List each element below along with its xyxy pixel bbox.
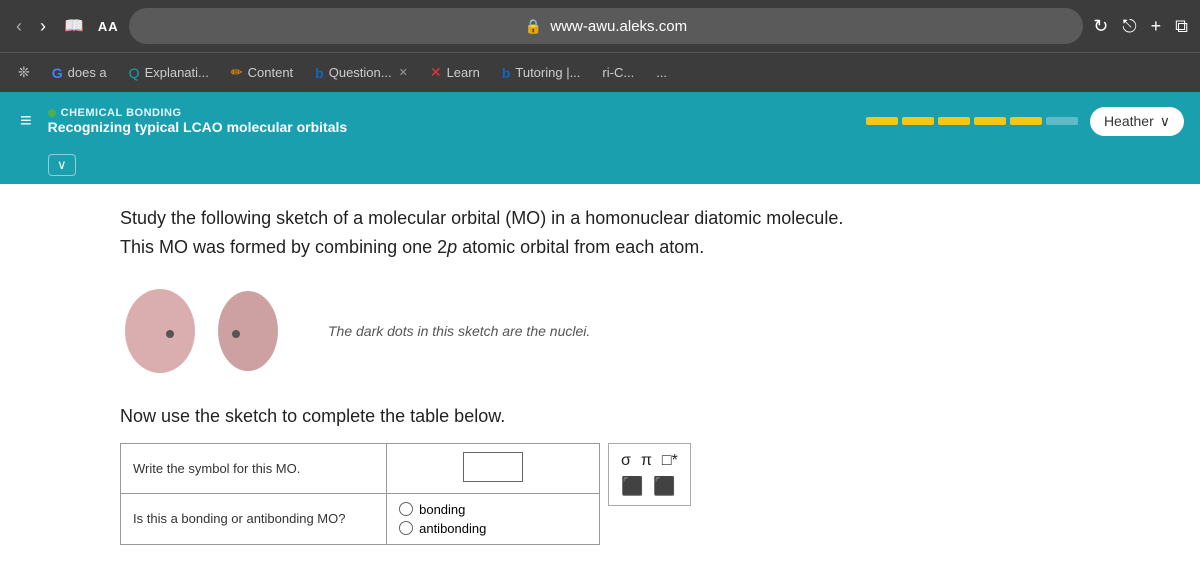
bonding-option[interactable]: bonding xyxy=(399,502,587,517)
tab-label: ri-C... xyxy=(602,65,634,80)
address-bar[interactable]: 🔒 www-awu.aleks.com xyxy=(129,8,1084,44)
refresh-button[interactable]: ↻ xyxy=(1093,16,1108,37)
symbol-row-1: σ π □* xyxy=(621,452,678,470)
row2-label: Is this a bonding or antibonding MO? xyxy=(121,493,387,544)
pencil-icon: ✏ xyxy=(231,64,243,81)
user-menu-button[interactable]: Heather ∨ xyxy=(1090,107,1184,136)
left-orbital-lobe xyxy=(120,286,200,376)
answer-table: Write the symbol for this MO. Is this a … xyxy=(120,443,600,545)
pi-button[interactable]: π xyxy=(641,452,652,470)
add-tab-button[interactable]: + xyxy=(1151,16,1162,37)
molecular-orbital-diagram: The dark dots in this sketch are the nuc… xyxy=(120,286,1120,376)
tab-google[interactable]: G does a xyxy=(42,61,117,85)
radio-group: bonding antibonding xyxy=(399,502,587,536)
page-wrapper: ≡ CHEMICAL BONDING Recognizing typical L… xyxy=(0,92,1200,561)
topic-title: Recognizing typical LCAO molecular orbit… xyxy=(48,119,854,135)
tab-label: Learn xyxy=(447,65,480,80)
forward-button[interactable]: › xyxy=(36,12,50,41)
sigma-button[interactable]: σ xyxy=(621,452,631,470)
progress-seg-2 xyxy=(902,117,934,125)
browser-chrome: ‹ › 📖 AA 🔒 www-awu.aleks.com ↻ ⎋ + ⧉ xyxy=(0,0,1200,52)
x-icon: ✕ xyxy=(430,64,442,81)
user-name: Heather xyxy=(1104,113,1154,129)
progress-seg-1 xyxy=(866,117,898,125)
row1-label: Write the symbol for this MO. xyxy=(121,443,387,493)
progress-seg-4 xyxy=(974,117,1006,125)
main-content: Study the following sketch of a molecula… xyxy=(0,184,1200,561)
snowflake-icon: ❊ xyxy=(18,64,30,81)
antibonding-option[interactable]: antibonding xyxy=(399,521,587,536)
sym-btn-2[interactable]: ⬛ xyxy=(653,476,675,497)
bookmarks-button[interactable]: 📖 xyxy=(60,12,88,40)
orbital-caption: The dark dots in this sketch are the nuc… xyxy=(328,323,590,339)
tab-tutoring[interactable]: b Tutoring |... xyxy=(492,61,591,85)
superscript-star-button[interactable]: □* xyxy=(662,452,678,470)
orbital-shapes xyxy=(120,286,288,376)
aleks-header: ≡ CHEMICAL BONDING Recognizing typical L… xyxy=(0,92,1200,150)
tab-explanation[interactable]: Q Explanati... xyxy=(119,61,219,85)
tab-ric[interactable]: ri-C... xyxy=(592,61,644,84)
b-icon: b xyxy=(315,65,324,81)
tab-label: ... xyxy=(656,65,667,80)
tab-snowflake[interactable]: ❊ xyxy=(8,60,40,85)
url-text: www-awu.aleks.com xyxy=(550,18,687,35)
lock-icon: 🔒 xyxy=(525,18,542,35)
chevron-down-icon: ∨ xyxy=(1160,113,1170,130)
sym-btn-1[interactable]: ⬛ xyxy=(621,476,643,497)
complete-table-text: Now use the sketch to complete the table… xyxy=(120,406,1120,427)
symbol-input[interactable] xyxy=(463,452,523,482)
green-dot-icon xyxy=(48,109,56,117)
tab-label: Explanati... xyxy=(145,65,209,80)
dropdown-arrow-button[interactable]: ∨ xyxy=(48,154,76,176)
q-icon: Q xyxy=(129,65,140,81)
google-icon: G xyxy=(52,65,63,81)
symbol-panel: σ π □* ⬛ ⬛ xyxy=(608,443,691,506)
symbol-row-2: ⬛ ⬛ xyxy=(621,476,678,497)
section-label: CHEMICAL BONDING xyxy=(48,107,854,119)
tab-label: Question... xyxy=(329,65,392,80)
toolbar-actions: ↻ ⎋ + ⧉ xyxy=(1093,16,1188,37)
dropdown-row: ∨ xyxy=(0,150,1200,184)
radio-circle-2 xyxy=(399,521,413,535)
tab-more[interactable]: ... xyxy=(646,61,677,84)
table-with-panel: Write the symbol for this MO. Is this a … xyxy=(120,443,1120,545)
radio-circle xyxy=(399,502,413,516)
tab-label: Tutoring |... xyxy=(515,65,580,80)
table-row-bonding: Is this a bonding or antibonding MO? bon… xyxy=(121,493,600,544)
tab-bar: ❊ G does a Q Explanati... ✏ Content b Qu… xyxy=(0,52,1200,92)
header-titles: CHEMICAL BONDING Recognizing typical LCA… xyxy=(48,107,854,135)
progress-bars xyxy=(866,117,1078,125)
tab-label: does a xyxy=(68,65,107,80)
question-text: Study the following sketch of a molecula… xyxy=(120,204,1120,262)
progress-seg-3 xyxy=(938,117,970,125)
tab-close-icon[interactable]: ✕ xyxy=(399,66,408,79)
tab-learn[interactable]: ✕ Learn xyxy=(420,60,490,85)
tab-label: Content xyxy=(248,65,294,80)
hamburger-button[interactable]: ≡ xyxy=(16,106,36,137)
row2-input-cell: bonding antibonding xyxy=(387,493,600,544)
b2-icon: b xyxy=(502,65,511,81)
tab-content[interactable]: ✏ Content xyxy=(221,60,303,85)
aa-button[interactable]: AA xyxy=(98,19,119,34)
tabs-button[interactable]: ⧉ xyxy=(1175,16,1188,37)
right-orbital-lobe xyxy=(208,286,288,376)
row1-input-cell xyxy=(387,443,600,493)
progress-seg-6 xyxy=(1046,117,1078,125)
share-button[interactable]: ⎋ xyxy=(1122,16,1136,37)
tab-question[interactable]: b Question... ✕ xyxy=(305,61,418,85)
progress-seg-5 xyxy=(1010,117,1042,125)
table-row-symbol: Write the symbol for this MO. xyxy=(121,443,600,493)
back-button[interactable]: ‹ xyxy=(12,12,26,41)
